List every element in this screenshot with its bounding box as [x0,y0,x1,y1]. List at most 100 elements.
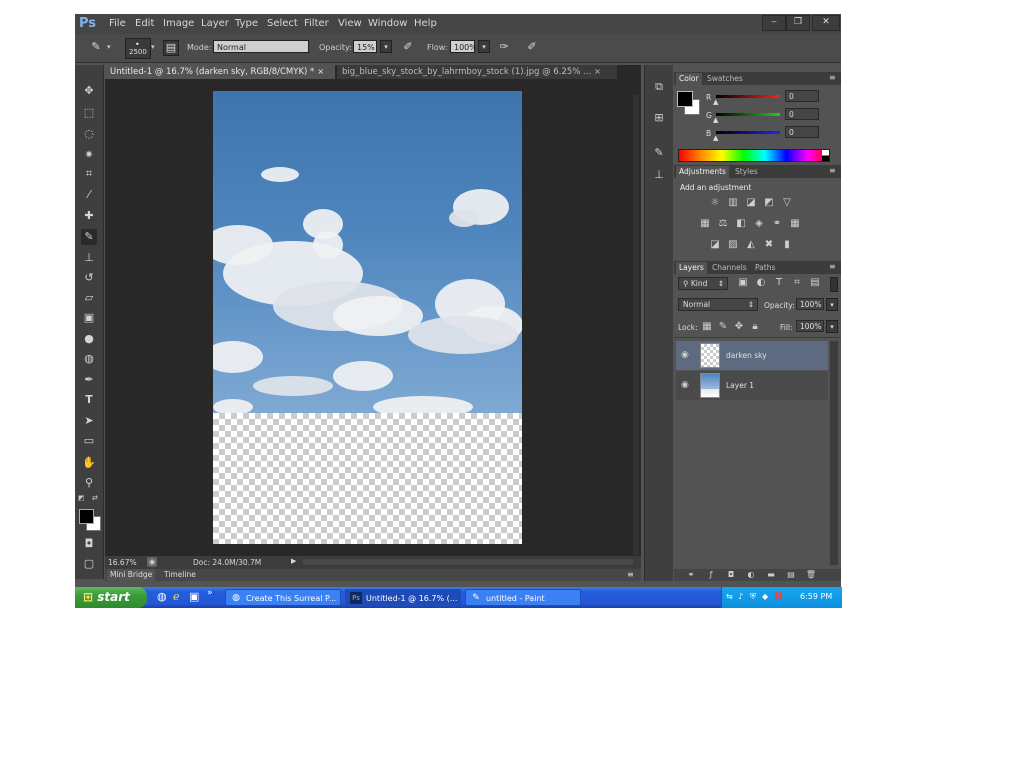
delete-layer-icon[interactable]: 🗑︎ [804,568,818,582]
fill-dropdown[interactable]: ▾ [826,320,838,333]
status-menu-arrow-icon[interactable]: ▶ [291,557,296,565]
black-white-icon[interactable]: ◧ [734,217,748,231]
close-tab-icon[interactable]: × [594,67,601,76]
task-paint[interactable]: ✎ untitled - Paint [465,589,581,606]
layer-row-layer-1[interactable]: ◉ Layer 1 [676,371,828,400]
layer-opacity-input[interactable]: 100% [796,298,824,310]
screen-mode-icon[interactable]: ▢ [81,556,97,572]
minimize-button[interactable]: ‒ [762,15,786,31]
menu-layer[interactable]: Layer [201,18,229,29]
channel-mixer-icon[interactable]: ⚭ [770,217,784,231]
layer-row-darken-sky[interactable]: ◉ darken sky [676,341,828,370]
tab-adjustments[interactable]: Adjustments [676,166,729,178]
status-info-icon[interactable]: ◉ [147,557,157,567]
foreground-color-swatch[interactable] [79,509,94,524]
menu-window[interactable]: Window [368,18,407,29]
menu-image[interactable]: Image [163,18,194,29]
filter-adjustment-icon[interactable]: ◐ [754,276,768,290]
blur-tool-icon[interactable]: ● [81,331,97,347]
layer-name[interactable]: darken sky [726,351,767,360]
hand-tool-icon[interactable]: ✋ [81,455,97,471]
levels-icon[interactable]: ▥ [726,196,740,210]
color-balance-icon[interactable]: ⚖ [716,217,730,231]
swap-colors-icon[interactable]: ⇄ [92,494,98,502]
blend-mode-select[interactable]: Normal ⇕ [678,298,758,311]
tab-paths[interactable]: Paths [752,262,778,274]
new-group-icon[interactable]: ▬ [764,568,778,582]
menu-file[interactable]: File [109,18,126,29]
menu-edit[interactable]: Edit [135,18,154,29]
path-selection-tool-icon[interactable]: ➤ [81,413,97,429]
properties-panel-icon[interactable]: ⊞ [650,110,668,126]
tab-color[interactable]: Color [676,73,702,85]
gradient-map-icon[interactable]: ▮ [780,238,794,252]
blue-slider-handle-icon[interactable]: ▲ [713,134,718,142]
brightness-contrast-icon[interactable]: ☼ [708,196,722,210]
eraser-tool-icon[interactable]: ▱ [81,290,97,306]
layer-style-icon[interactable]: ƒ [704,568,718,582]
task-chrome[interactable]: ◍ Create This Surreal P... [225,589,341,606]
lock-position-icon[interactable]: ✥ [732,320,746,334]
tab-big-blue-sky[interactable]: big_blue_sky_stock_by_lahrmboy_stock (1)… [337,65,617,79]
spot-healing-tool-icon[interactable]: ✚ [81,208,97,224]
gradient-tool-icon[interactable]: ▣ [81,310,97,326]
curves-icon[interactable]: ◪ [744,196,758,210]
close-tab-icon[interactable]: × [317,67,324,76]
new-adjustment-layer-icon[interactable]: ◐ [744,568,758,582]
color-panel-foreground-swatch[interactable] [677,91,693,107]
ie-quicklaunch-icon[interactable]: ℯ [173,590,180,603]
menu-view[interactable]: View [338,18,362,29]
show-desktop-icon[interactable]: ▣ [189,590,199,603]
layer-opacity-dropdown[interactable]: ▾ [826,298,838,311]
blue-slider[interactable] [716,131,780,134]
blue-value-input[interactable]: 0 [785,126,819,138]
lock-transparent-icon[interactable]: ▦ [700,320,714,334]
n-tray-icon[interactable]: N [774,591,782,602]
color-panel-menu-icon[interactable]: ≡ [829,73,836,82]
visibility-eye-icon[interactable]: ◉ [681,380,689,390]
clone-source-panel-icon[interactable]: ⊥ [650,167,668,183]
app-tray-icon[interactable]: ◆ [762,592,768,601]
new-layer-icon[interactable]: ▤ [784,568,798,582]
green-slider-handle-icon[interactable]: ▲ [713,116,718,124]
menu-help[interactable]: Help [414,18,437,29]
tab-swatches[interactable]: Swatches [704,73,746,85]
filter-smart-object-icon[interactable]: ▤ [808,276,822,290]
close-button[interactable]: ✕ [812,15,840,31]
add-mask-icon[interactable]: ◘ [724,568,738,582]
color-lookup-icon[interactable]: ▦ [788,217,802,231]
visibility-eye-icon[interactable]: ◉ [681,350,689,360]
hue-saturation-icon[interactable]: ▦ [698,217,712,231]
vertical-scrollbar[interactable] [633,95,639,555]
lock-all-icon[interactable]: 🔒︎ [748,320,762,334]
photo-filter-icon[interactable]: ◈ [752,217,766,231]
brush-size-chevron-down-icon[interactable]: ▾ [151,43,155,51]
quicklaunch-overflow-icon[interactable]: » [207,588,213,598]
tab-styles[interactable]: Styles [732,166,761,178]
menu-select[interactable]: Select [267,18,298,29]
type-tool-icon[interactable]: T [81,392,97,408]
threshold-icon[interactable]: ◭ [744,238,758,252]
lasso-tool-icon[interactable]: ◌ [81,126,97,142]
menu-type[interactable]: Type [235,18,258,29]
filter-kind-select[interactable]: ⚲ Kind ⇕ [678,277,728,290]
filter-pixel-icon[interactable]: ▣ [736,276,750,290]
color-spectrum-bar[interactable] [678,149,830,162]
default-colors-icon[interactable]: ◩ [78,494,85,502]
tab-timeline[interactable]: Timeline [161,569,199,581]
adjustments-panel-menu-icon[interactable]: ≡ [829,166,836,175]
brush-tool-icon[interactable]: ✎ [81,229,97,245]
history-panel-icon[interactable]: ⧉ [650,79,668,95]
fill-input[interactable]: 100% [796,320,824,332]
tab-mini-bridge[interactable]: Mini Bridge [107,569,156,581]
layer-name[interactable]: Layer 1 [726,381,754,390]
posterize-icon[interactable]: ▨ [726,238,740,252]
filter-shape-icon[interactable]: ⌗ [790,276,804,290]
filter-toggle-switch[interactable] [830,277,838,292]
zoom-level[interactable]: 16.67% [108,558,137,567]
zoom-tool-icon[interactable]: ⚲ [81,475,97,491]
preset-chevron-down-icon[interactable]: ▾ [107,43,111,51]
start-button[interactable]: ⊞ start [75,587,147,608]
red-slider[interactable] [716,95,780,98]
move-tool-icon[interactable]: ✥ [81,83,97,99]
